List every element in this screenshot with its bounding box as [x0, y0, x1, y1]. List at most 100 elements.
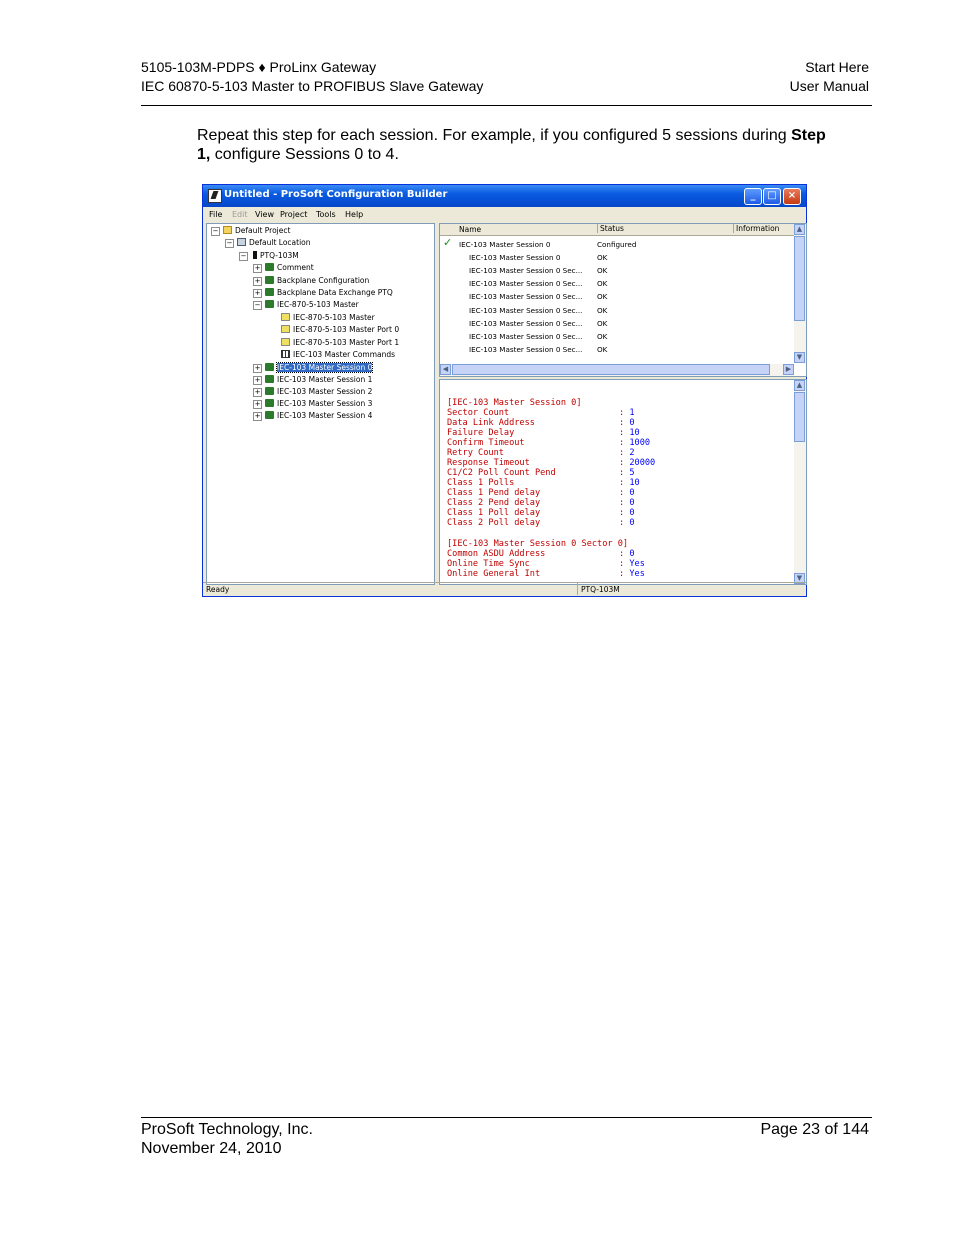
config-value: 0: [629, 418, 635, 428]
scroll-up-arrow-icon[interactable]: ▲: [794, 380, 805, 391]
expand-icon[interactable]: +: [253, 277, 262, 286]
network-icon: [265, 288, 274, 296]
expand-icon[interactable]: +: [253, 364, 262, 373]
menu-help[interactable]: Help: [345, 210, 363, 219]
list-item-status: OK: [597, 332, 608, 341]
scroll-down-arrow-icon[interactable]: ▼: [794, 352, 805, 363]
list-item[interactable]: IEC-103 Master Session 0 Sec...: [469, 345, 582, 354]
tree-item[interactable]: IEC-870-5-103 Master Port 1: [281, 337, 399, 348]
list-item-status: OK: [597, 345, 608, 354]
page-header-right: Start Here User Manual: [790, 58, 869, 96]
tree-item[interactable]: + IEC-103 Master Session 3: [253, 398, 372, 409]
project-tree: − Default Project − Default Location − P…: [206, 223, 435, 585]
tree-item[interactable]: + IEC-103 Master Session 2: [253, 386, 372, 397]
scroll-left-arrow-icon[interactable]: ◀: [440, 364, 451, 375]
config-value: 1000: [629, 438, 651, 448]
window-titlebar[interactable]: Untitled - ProSoft Configuration Builder…: [203, 185, 806, 207]
tree-item[interactable]: − Default Project: [211, 225, 290, 236]
instruction-paragraph: Repeat this step for each session. For e…: [197, 126, 837, 164]
tree-item[interactable]: + IEC-103 Master Session 1: [253, 374, 372, 385]
scroll-thumb[interactable]: [794, 236, 805, 321]
list-header: Name Status Information: [440, 224, 794, 236]
scroll-up-arrow-icon[interactable]: ▲: [794, 224, 805, 235]
list-item[interactable]: IEC-103 Master Session 0 Sec...: [469, 319, 582, 328]
config-key: Data Link Address: [447, 418, 535, 428]
close-button[interactable]: ×: [783, 188, 801, 205]
tree-label: IEC-870-5-103 Master: [277, 300, 359, 309]
list-item[interactable]: IEC-103 Master Session 0 Sec...: [469, 292, 582, 301]
config-line: Class 2 Pend delay: [447, 498, 540, 508]
list-vertical-scrollbar[interactable]: ▲ ▼: [794, 224, 806, 363]
config-key: Online General Int: [447, 569, 541, 579]
config-key: Class 2 Poll delay: [447, 518, 541, 528]
tree-item[interactable]: − Default Location: [225, 237, 311, 248]
config-value: 2: [629, 448, 635, 458]
config-key: Class 1 Pend delay: [447, 488, 541, 498]
expand-icon[interactable]: +: [253, 400, 262, 409]
list-horizontal-scrollbar[interactable]: ◀ ▶: [440, 364, 794, 376]
tree-item[interactable]: IEC-870-5-103 Master: [281, 312, 375, 323]
config-section-title: [IEC-103 Master Session 0]: [447, 398, 582, 408]
list-item[interactable]: IEC-103 Master Session 0 Sec...: [469, 279, 582, 288]
tree-item-selected[interactable]: + IEC-103 Master Session 0: [253, 362, 374, 373]
tree-item[interactable]: + Comment: [253, 262, 314, 273]
list-item[interactable]: IEC-103 Master Session 0: [469, 253, 560, 262]
collapse-icon[interactable]: −: [225, 239, 234, 248]
tree-item[interactable]: + IEC-103 Master Session 4: [253, 410, 372, 421]
column-information[interactable]: Information: [733, 224, 779, 233]
config-key: Sector Count: [447, 408, 510, 418]
page-footer-left: ProSoft Technology, Inc. November 24, 20…: [141, 1120, 313, 1158]
list-item[interactable]: IEC-103 Master Session 0: [459, 240, 550, 249]
tree-label: IEC-870-5-103 Master Port 0: [293, 325, 400, 334]
tree-label: Default Project: [235, 226, 291, 235]
config-key: C1/C2 Poll Count Pend: [447, 468, 556, 478]
tree-item[interactable]: − PTQ-103M: [239, 250, 299, 261]
config-key: Class 1 Polls: [447, 478, 515, 488]
menu-project[interactable]: Project: [280, 210, 307, 219]
collapse-icon[interactable]: −: [253, 301, 262, 310]
maximize-button[interactable]: □: [763, 188, 781, 205]
tree-label: IEC-103 Master Session 0: [275, 362, 374, 373]
expand-icon[interactable]: +: [253, 264, 262, 273]
collapse-icon[interactable]: −: [239, 252, 248, 261]
tree-item[interactable]: IEC-870-5-103 Master Port 0: [281, 324, 399, 335]
scroll-thumb[interactable]: [452, 364, 770, 375]
header-doc-title: 5105-103M-PDPS ♦ ProLinx Gateway: [141, 59, 377, 75]
network-icon: [265, 411, 274, 419]
config-line-value: : 0: [619, 549, 635, 559]
tree-item[interactable]: + Backplane Data Exchange PTQ: [253, 287, 393, 298]
collapse-icon[interactable]: −: [211, 227, 220, 236]
expand-icon[interactable]: +: [253, 376, 262, 385]
menu-view[interactable]: View: [255, 210, 274, 219]
config-line: Retry Count: [447, 448, 504, 458]
status-text: Ready: [206, 585, 230, 594]
list-item[interactable]: IEC-103 Master Session 0 Sec...: [469, 306, 582, 315]
expand-icon[interactable]: +: [253, 412, 262, 421]
tree-item[interactable]: + Backplane Configuration: [253, 275, 369, 286]
config-key: Class 1 Poll delay: [447, 508, 541, 518]
tree-item[interactable]: IEC-103 Master Commands: [281, 349, 395, 360]
scroll-right-arrow-icon[interactable]: ▶: [783, 364, 794, 375]
expand-icon[interactable]: +: [253, 289, 262, 298]
list-item[interactable]: IEC-103 Master Session 0 Sec...: [469, 266, 582, 275]
menu-file[interactable]: File: [209, 210, 222, 219]
tree-label: Comment: [277, 263, 314, 272]
menu-tools[interactable]: Tools: [316, 210, 336, 219]
config-key: Failure Delay: [447, 428, 515, 438]
tree-item[interactable]: − IEC-870-5-103 Master: [253, 299, 359, 310]
list-item[interactable]: IEC-103 Master Session 0 Sec...: [469, 332, 582, 341]
config-text-view[interactable]: [IEC-103 Master Session 0] Sector Count …: [439, 379, 807, 585]
expand-icon[interactable]: +: [253, 388, 262, 397]
scroll-thumb[interactable]: [794, 392, 805, 442]
column-name[interactable]: Name: [459, 225, 481, 234]
config-line: Data Link Address: [447, 418, 535, 428]
text-vertical-scrollbar[interactable]: ▲ ▼: [794, 380, 806, 584]
column-status[interactable]: Status: [597, 224, 624, 233]
minimize-button[interactable]: _: [744, 188, 762, 205]
config-value: 5: [629, 468, 635, 478]
config-value: 0: [629, 549, 635, 559]
menu-bar: File Edit View Project Tools Help: [203, 207, 806, 222]
menu-edit[interactable]: Edit: [232, 210, 248, 219]
document-icon: [281, 338, 290, 346]
tree-label: Backplane Configuration: [277, 276, 370, 285]
